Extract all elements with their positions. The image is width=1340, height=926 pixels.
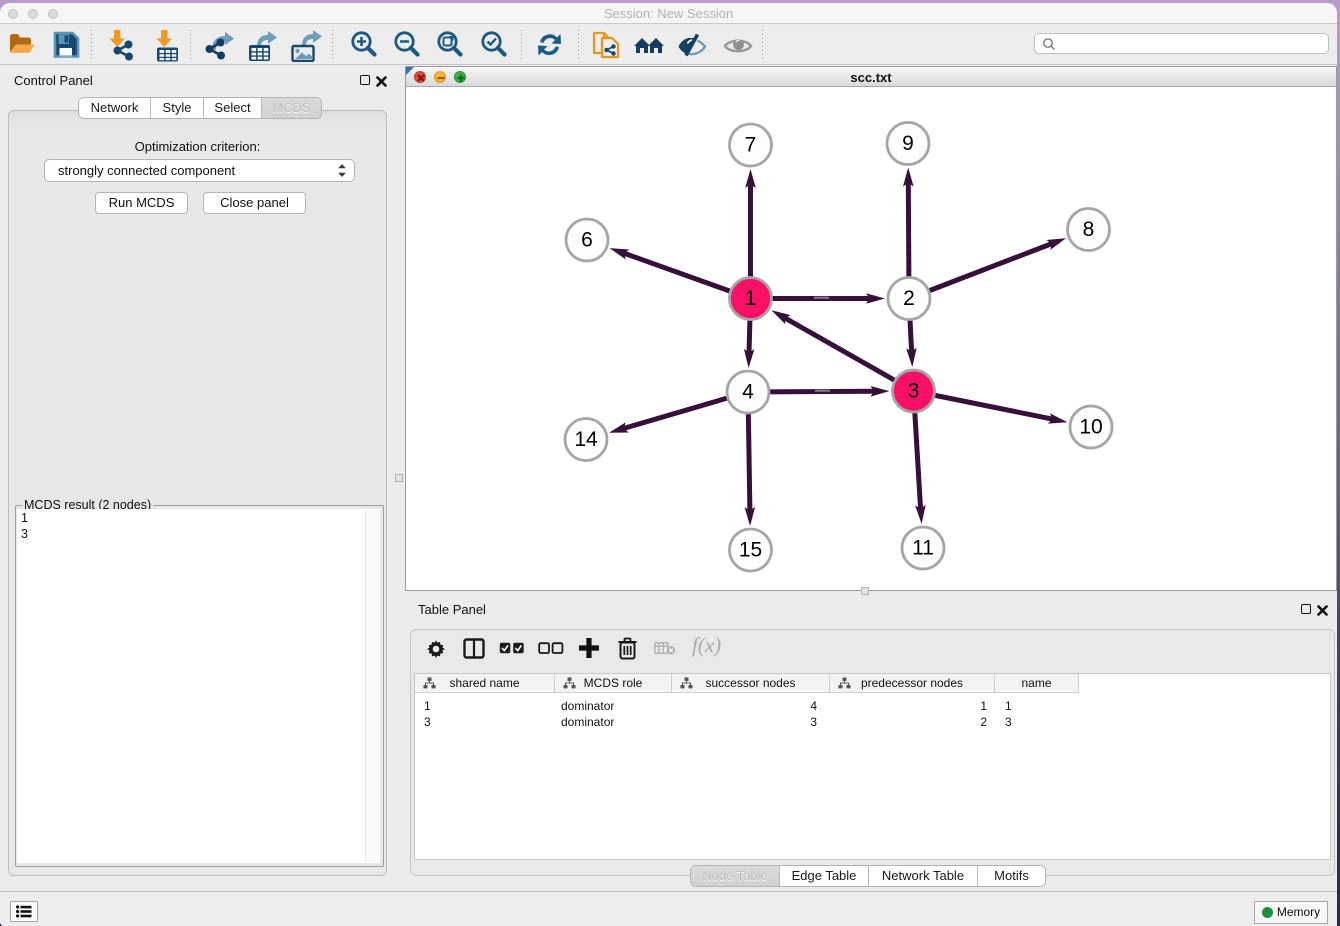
svg-text:11: 11: [912, 537, 934, 560]
svg-text:6: 6: [581, 229, 593, 252]
svg-text:1: 1: [745, 287, 757, 310]
svg-text:4: 4: [742, 381, 754, 404]
svg-text:10: 10: [1079, 416, 1102, 439]
svg-text:3: 3: [908, 380, 920, 403]
svg-text:14: 14: [574, 428, 598, 451]
svg-text:8: 8: [1083, 218, 1095, 241]
svg-text:7: 7: [745, 134, 757, 157]
svg-text:15: 15: [739, 539, 762, 562]
svg-text:9: 9: [902, 132, 914, 155]
svg-text:2: 2: [903, 287, 915, 310]
